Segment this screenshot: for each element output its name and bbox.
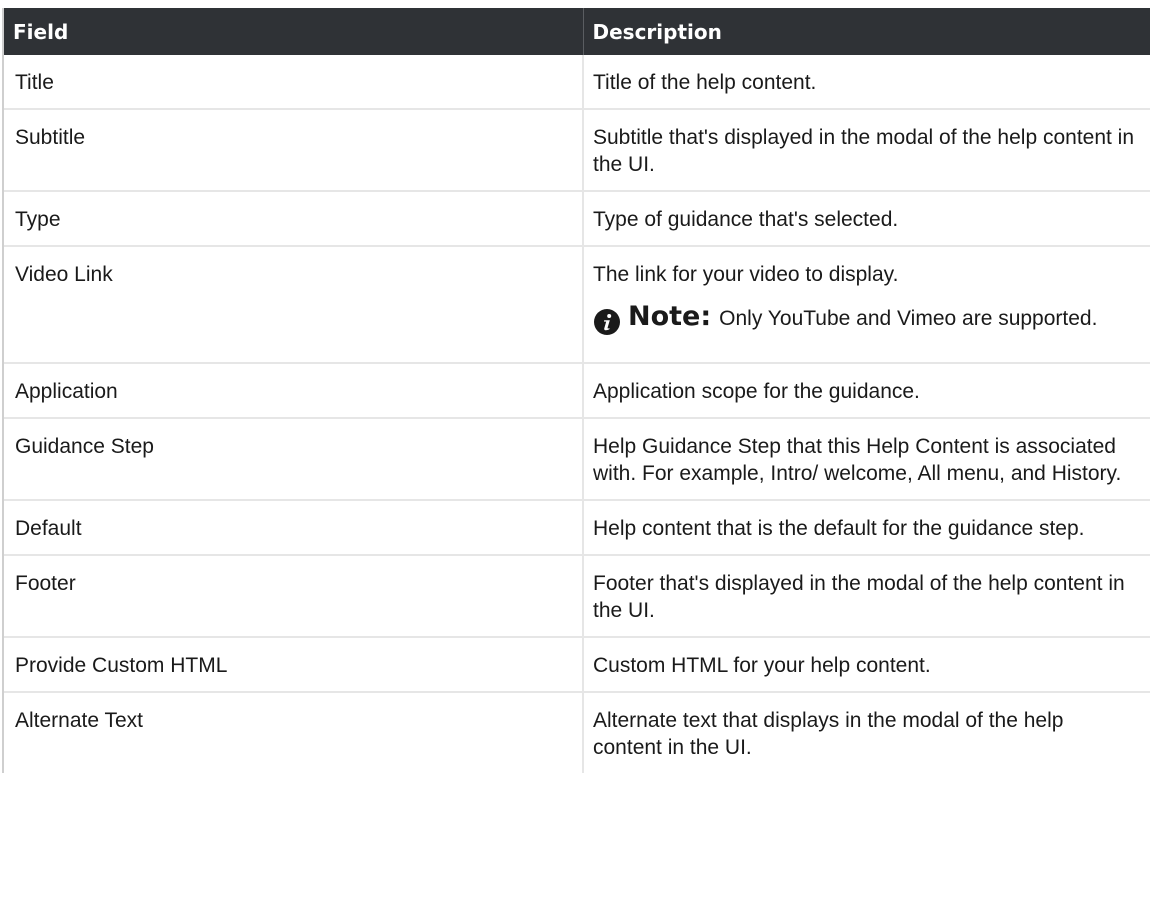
table-row: Application Application scope for the gu… bbox=[4, 363, 1150, 419]
note-text: Only YouTube and Vimeo are supported. bbox=[719, 307, 1098, 330]
description-cell: Help content that is the default for the… bbox=[583, 500, 1150, 556]
description-cell: Footer that's displayed in the modal of … bbox=[583, 555, 1150, 638]
field-description-table: Field Description Title Title of the hel… bbox=[4, 8, 1150, 773]
column-header-field: Field bbox=[4, 8, 584, 55]
field-cell: Provide Custom HTML bbox=[4, 637, 584, 693]
field-cell: Type bbox=[4, 191, 584, 247]
field-cell: Default bbox=[4, 500, 584, 556]
note-body: Note: Only YouTube and Vimeo are supporte… bbox=[628, 302, 1097, 333]
info-icon bbox=[594, 309, 620, 335]
description-cell: Type of guidance that's selected. bbox=[583, 191, 1150, 247]
table-row: Provide Custom HTML Custom HTML for your… bbox=[4, 637, 1150, 693]
description-cell: Subtitle that's displayed in the modal o… bbox=[583, 109, 1150, 192]
table-header: Field Description bbox=[4, 8, 1150, 55]
description-cell: Help Guidance Step that this Help Conten… bbox=[583, 418, 1150, 501]
field-cell: Title bbox=[4, 55, 584, 110]
table-body: Title Title of the help content. Subtitl… bbox=[4, 55, 1150, 773]
table-row: Footer Footer that's displayed in the mo… bbox=[4, 555, 1150, 638]
field-cell: Guidance Step bbox=[4, 418, 584, 501]
description-cell: Application scope for the guidance. bbox=[583, 363, 1150, 419]
note-label: Note: bbox=[628, 301, 712, 332]
description-cell: Alternate text that displays in the moda… bbox=[593, 709, 1064, 759]
field-cell: Footer bbox=[4, 555, 584, 638]
column-header-description: Description bbox=[583, 8, 1150, 55]
description-cell: Title of the help content. bbox=[583, 55, 1150, 110]
table-row: Type Type of guidance that's selected. bbox=[4, 191, 1150, 247]
table-row: Default Help content that is the default… bbox=[4, 500, 1150, 556]
field-description-table-wrapper: Field Description Title Title of the hel… bbox=[2, 8, 1150, 773]
description-text: The link for your video to display. bbox=[593, 263, 899, 286]
table-row: Subtitle Subtitle that's displayed in th… bbox=[4, 109, 1150, 192]
table-row: Alternate Text Alternate text that displ… bbox=[4, 692, 1150, 773]
table-header-row: Field Description bbox=[4, 8, 1150, 55]
table-row: Title Title of the help content. bbox=[4, 55, 1150, 110]
table-row: Video Link The link for your video to di… bbox=[4, 246, 1150, 364]
table-row: Guidance Step Help Guidance Step that th… bbox=[4, 418, 1150, 501]
description-cell: Custom HTML for your help content. bbox=[583, 637, 1150, 693]
field-cell: Video Link bbox=[4, 246, 584, 364]
field-cell: Alternate Text bbox=[4, 692, 584, 773]
field-cell: Application bbox=[4, 363, 584, 419]
description-cell: The link for your video to display. Note… bbox=[583, 246, 1150, 364]
field-cell: Subtitle bbox=[4, 109, 584, 192]
note-callout: Note: Only YouTube and Vimeo are supporte… bbox=[593, 302, 1138, 350]
